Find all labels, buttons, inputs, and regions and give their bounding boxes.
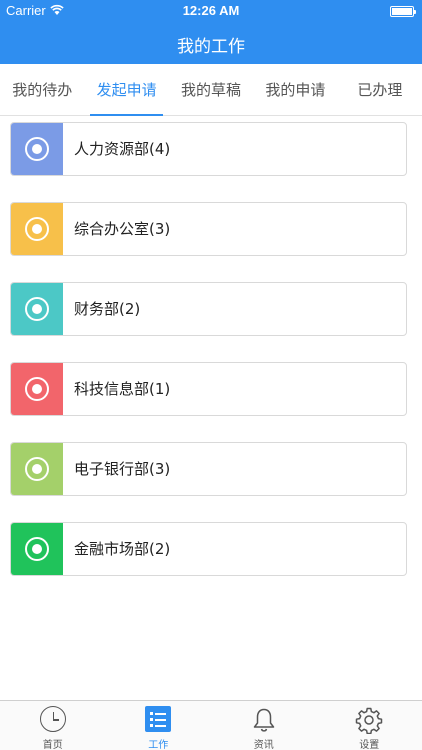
tab-new-application[interactable]: 发起申请 bbox=[84, 64, 168, 116]
target-icon bbox=[25, 537, 49, 561]
department-label: 人力资源部(4) bbox=[74, 140, 171, 158]
department-item[interactable]: 科技信息部(1) bbox=[10, 362, 407, 416]
tabbar-item-home[interactable]: 首页 bbox=[0, 701, 106, 750]
target-icon bbox=[25, 377, 49, 401]
status-bar: Carrier 12:26 AM bbox=[0, 0, 422, 22]
department-swatch bbox=[11, 203, 63, 255]
tab-processed[interactable]: 已办理 bbox=[338, 64, 422, 115]
department-label: 电子银行部(3) bbox=[74, 460, 171, 478]
department-swatch bbox=[11, 363, 63, 415]
target-icon bbox=[25, 457, 49, 481]
tab-my-todo[interactable]: 我的待办 bbox=[0, 64, 84, 115]
tabbar-label: 首页 bbox=[42, 740, 63, 750]
tabbar-label: 工作 bbox=[148, 740, 169, 750]
department-label: 金融市场部(2) bbox=[74, 540, 171, 558]
department-label: 财务部(2) bbox=[74, 300, 141, 318]
tab-my-applications[interactable]: 我的申请 bbox=[253, 64, 337, 115]
target-icon bbox=[25, 217, 49, 241]
department-swatch bbox=[11, 123, 63, 175]
nav-bar: Carrier 12:26 AM 我的工作 bbox=[0, 0, 422, 64]
battery-icon bbox=[390, 6, 416, 17]
gear-icon bbox=[356, 707, 383, 735]
department-list: 人力资源部(4) 综合办公室(3) 财务部(2) 科技信息部(1) 电子银行部(… bbox=[10, 122, 407, 602]
segment-tabs: 我的待办 发起申请 我的草稿 我的申请 已办理 bbox=[0, 64, 422, 116]
department-item[interactable]: 财务部(2) bbox=[10, 282, 407, 336]
department-item[interactable]: 电子银行部(3) bbox=[10, 442, 407, 496]
tabbar-label: 资讯 bbox=[253, 740, 274, 750]
department-label: 科技信息部(1) bbox=[74, 380, 171, 398]
bell-icon bbox=[253, 708, 274, 732]
target-icon bbox=[25, 297, 49, 321]
department-swatch bbox=[11, 283, 63, 335]
department-swatch bbox=[11, 523, 63, 575]
tabbar-label: 设置 bbox=[359, 740, 380, 750]
list-icon bbox=[145, 706, 172, 732]
tab-my-drafts[interactable]: 我的草稿 bbox=[169, 64, 253, 115]
department-item[interactable]: 金融市场部(2) bbox=[10, 522, 407, 576]
department-swatch bbox=[11, 443, 63, 495]
clock-icon bbox=[39, 706, 66, 732]
tabbar-item-work[interactable]: 工作 bbox=[106, 701, 212, 750]
target-icon bbox=[25, 137, 49, 161]
tabbar-item-settings[interactable]: 设置 bbox=[317, 701, 422, 750]
bottom-tab-bar: 首页 工作 资讯 设置 bbox=[0, 700, 422, 750]
department-label: 综合办公室(3) bbox=[74, 220, 171, 238]
page-title: 我的工作 bbox=[177, 37, 245, 57]
department-item[interactable]: 人力资源部(4) bbox=[10, 122, 407, 176]
tabbar-item-news[interactable]: 资讯 bbox=[211, 701, 317, 750]
status-time: 12:26 AM bbox=[182, 3, 240, 18]
department-item[interactable]: 综合办公室(3) bbox=[10, 202, 407, 256]
